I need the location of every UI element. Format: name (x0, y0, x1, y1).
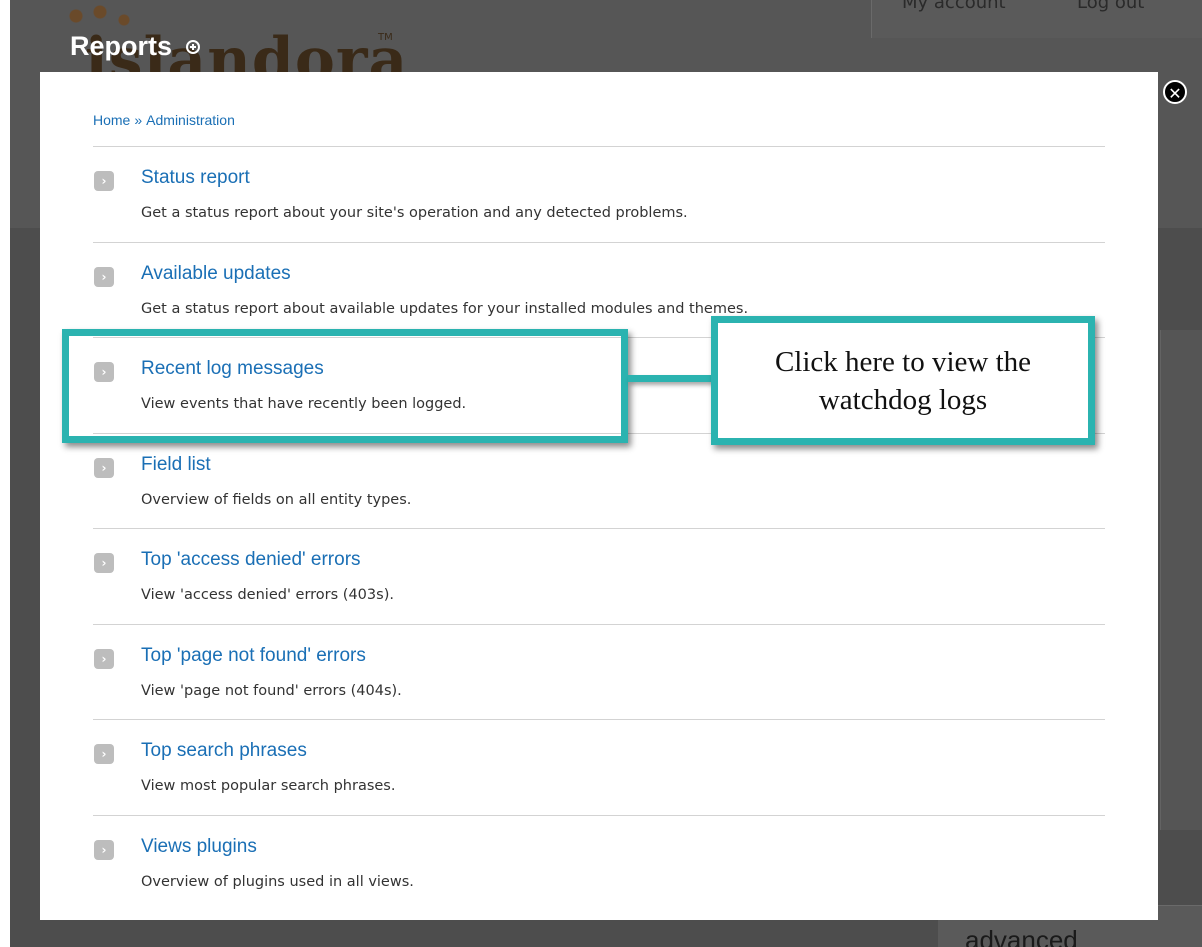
top-links-bar: My account Log out (871, 0, 1202, 38)
chevron-right-icon: › (94, 648, 114, 669)
annotation-highlight-box (62, 329, 628, 443)
item-description: View 'page not found' errors (404s). (141, 682, 402, 699)
chevron-right-icon: › (94, 171, 114, 191)
available-updates-link[interactable]: Available updates (141, 263, 291, 285)
top-search-phrases-link[interactable]: Top search phrases (141, 740, 307, 762)
item-description: Get a status report about available upda… (141, 300, 749, 317)
breadcrumb: Home» Administration (93, 112, 235, 128)
views-plugins-link[interactable]: Views plugins (141, 836, 257, 858)
annotation-connector (628, 375, 714, 382)
chevron-right-icon: › (94, 457, 114, 478)
breadcrumb-home-link[interactable]: Home (93, 112, 130, 128)
list-item: › Top 'access denied' errors View 'acces… (93, 529, 1105, 625)
status-report-link[interactable]: Status report (141, 167, 250, 189)
list-item: › Views plugins Overview of plugins used… (93, 816, 1105, 912)
add-shortcut-icon[interactable] (186, 40, 201, 54)
close-overlay-icon[interactable]: ✕ (1163, 80, 1187, 104)
overlay-title: Reports (70, 30, 201, 62)
item-description: Overview of fields on all entity types. (141, 491, 412, 508)
chevron-right-icon: › (94, 266, 114, 287)
list-item: › Field list Overview of fields on all e… (93, 434, 1105, 529)
chevron-right-icon: › (94, 744, 114, 764)
annotation-callout-text: Click here to view the watchdog logs (774, 345, 1032, 416)
background-sidebar (1160, 330, 1202, 830)
logo-trademark: TM (378, 32, 393, 43)
access-denied-errors-link[interactable]: Top 'access denied' errors (141, 549, 361, 571)
overlay-title-text: Reports (70, 31, 173, 61)
page-not-found-errors-link[interactable]: Top 'page not found' errors (141, 645, 366, 667)
breadcrumb-administration-link[interactable]: Administration (146, 112, 235, 128)
chevron-right-icon: › (94, 839, 114, 860)
log-out-link[interactable]: Log out (1077, 0, 1144, 13)
item-description: View most popular search phrases. (141, 778, 396, 794)
chevron-right-icon: › (94, 553, 114, 573)
item-description: Overview of plugins used in all views. (141, 873, 414, 890)
list-item: › Top 'page not found' errors View 'page… (93, 625, 1105, 720)
reports-list: › Status report Get a status report abou… (93, 146, 1105, 911)
item-description: Get a status report about your site's op… (141, 205, 688, 221)
field-list-link[interactable]: Field list (141, 454, 211, 476)
list-item: › Status report Get a status report abou… (93, 147, 1105, 243)
advanced-link[interactable]: advanced (965, 925, 1078, 947)
my-account-link[interactable]: My account (902, 0, 1006, 13)
breadcrumb-separator: » (134, 112, 143, 128)
list-item: › Top search phrases View most popular s… (93, 720, 1105, 816)
annotation-callout: Click here to view the watchdog logs (711, 316, 1095, 445)
item-description: View 'access denied' errors (403s). (141, 587, 394, 603)
